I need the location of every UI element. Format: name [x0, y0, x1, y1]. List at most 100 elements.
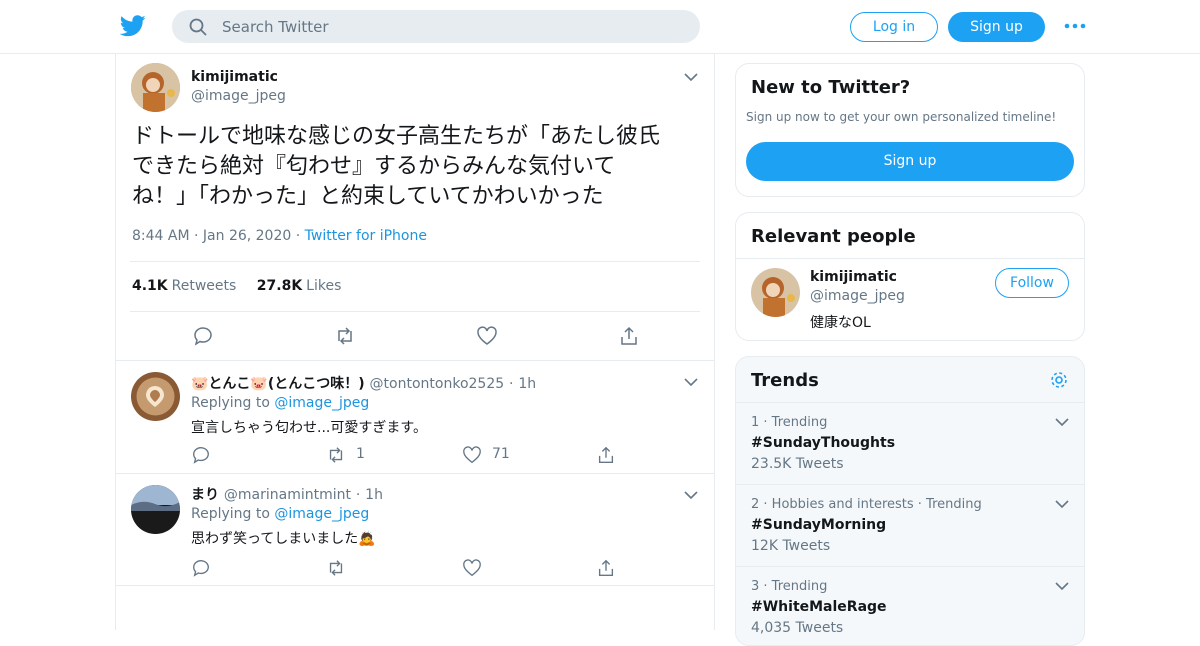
- retweets-stat[interactable]: 4.1K Retweets: [132, 278, 236, 294]
- card-title: New to Twitter?: [751, 77, 911, 98]
- retweet-icon[interactable]: [334, 325, 356, 347]
- chevron-down-icon[interactable]: [684, 72, 698, 82]
- tweet-source[interactable]: Twitter for iPhone: [305, 228, 427, 244]
- card-title: Relevant people: [751, 226, 916, 247]
- tweet-meta: 8:44 AM · Jan 26, 2020 · Twitter for iPh…: [132, 228, 427, 244]
- reply-icon: [193, 560, 209, 577]
- likes-count: 27.8K: [256, 278, 303, 294]
- divider: [130, 261, 700, 262]
- person-bio: 健康なOL: [810, 315, 871, 331]
- signup-button[interactable]: Sign up: [746, 142, 1074, 181]
- person-handle[interactable]: @image_jpeg: [810, 288, 905, 304]
- more-dots-icon[interactable]: [1063, 18, 1087, 34]
- chevron-down-icon[interactable]: [684, 490, 698, 500]
- chevron-down-icon[interactable]: [1055, 417, 1069, 427]
- trend-meta: 1 · Trending: [751, 415, 828, 430]
- avatar[interactable]: [131, 372, 180, 421]
- trends-card: Trends 1 · Trending #SundayThoughts 23.5…: [735, 356, 1085, 646]
- heart-icon[interactable]: [476, 325, 498, 347]
- reply-action[interactable]: [191, 445, 221, 465]
- tweet-text-line: ドトールで地味な感じの女子高生たちが「あたし彼氏: [132, 124, 661, 149]
- trend-item[interactable]: 2 · Hobbies and interests · Trending #Su…: [736, 484, 1084, 566]
- search-icon: [189, 18, 207, 36]
- follow-button[interactable]: Follow: [995, 268, 1069, 298]
- chevron-down-icon[interactable]: [684, 377, 698, 387]
- reply-text: 宣言しちゃう匂わせ...可愛すぎます。: [191, 420, 427, 436]
- likes-stat[interactable]: 27.8K Likes: [257, 278, 342, 294]
- signup-button[interactable]: Sign up: [948, 12, 1045, 42]
- reply-author-name[interactable]: 🐷とんこ🐷(とんこつ味！): [191, 376, 365, 392]
- tweet-stats: 4.1K Retweets 27.8K Likes: [132, 278, 341, 294]
- trend-item[interactable]: 3 · Trending #WhiteMaleRage 4,035 Tweets: [736, 566, 1084, 645]
- trend-hashtag[interactable]: #WhiteMaleRage: [751, 599, 887, 615]
- replying-to-link[interactable]: @image_jpeg: [274, 506, 369, 522]
- avatar[interactable]: [131, 63, 180, 112]
- avatar[interactable]: [751, 268, 800, 317]
- retweet-icon: [329, 560, 343, 576]
- card-title: Trends: [751, 370, 819, 391]
- replying-prefix: Replying to: [191, 395, 270, 411]
- tweet-text-line: できたら絶対『匂わせ』するからみんな気付いて: [132, 154, 616, 179]
- reply-author-name[interactable]: まり: [191, 487, 219, 503]
- retweet-action[interactable]: 1: [326, 445, 386, 465]
- reply-author[interactable]: まり @marinamintmint · 1h: [191, 484, 383, 504]
- tweet-time[interactable]: 8:44 AM: [132, 228, 190, 244]
- reply-icon: [193, 447, 209, 464]
- share-action[interactable]: [596, 558, 618, 578]
- replying-to: Replying to @image_jpeg: [191, 506, 369, 522]
- trend-hashtag[interactable]: #SundayMorning: [751, 517, 886, 533]
- twitter-bird-icon[interactable]: [120, 14, 146, 38]
- like-action[interactable]: [462, 558, 492, 578]
- retweet-action[interactable]: [326, 558, 356, 578]
- separator: ·: [295, 228, 301, 244]
- reply-handle[interactable]: @tontontonko2525: [370, 376, 505, 392]
- share-icon[interactable]: [618, 325, 640, 347]
- search-input[interactable]: [222, 10, 682, 43]
- replying-to: Replying to @image_jpeg: [191, 395, 369, 411]
- replying-prefix: Replying to: [191, 506, 270, 522]
- retweets-count: 4.1K: [132, 278, 168, 294]
- reply-action[interactable]: [191, 558, 221, 578]
- gear-icon[interactable]: [1049, 370, 1069, 390]
- search-box[interactable]: [172, 10, 700, 43]
- card-subtitle: Sign up now to get your own personalized…: [746, 110, 1057, 124]
- chevron-down-icon[interactable]: [1055, 581, 1069, 591]
- share-icon: [598, 446, 614, 463]
- separator: ·: [509, 376, 514, 392]
- reply-author[interactable]: 🐷とんこ🐷(とんこつ味！) @tontontonko2525 · 1h: [191, 373, 536, 393]
- heart-icon: [463, 559, 481, 577]
- trend-count: 23.5K Tweets: [751, 456, 844, 472]
- reply-text: 思わず笑ってしまいました🙇: [191, 531, 376, 547]
- tweet-text: ドトールで地味な感じの女子高生たちが「あたし彼氏 できたら絶対『匂わせ』するから…: [132, 122, 704, 212]
- tweet-date[interactable]: Jan 26, 2020: [203, 228, 291, 244]
- retweet-count: 1: [356, 446, 365, 462]
- trend-item[interactable]: 1 · Trending #SundayThoughts 23.5K Tweet…: [736, 402, 1084, 484]
- retweets-label: Retweets: [171, 278, 237, 294]
- trend-meta: 2 · Hobbies and interests · Trending: [751, 497, 982, 512]
- share-action[interactable]: [596, 445, 618, 465]
- replying-to-link[interactable]: @image_jpeg: [274, 395, 369, 411]
- reply-icon[interactable]: [192, 325, 214, 347]
- tweet-text-line: ね！」「わかった」と約束していてかわいかった: [132, 184, 604, 209]
- author-name[interactable]: kimijimatic: [191, 69, 278, 85]
- trend-count: 12K Tweets: [751, 538, 831, 554]
- retweet-icon: [329, 447, 343, 463]
- reply-tweet[interactable]: 🐷とんこ🐷(とんこつ味！) @tontontonko2525 · 1h Repl…: [116, 360, 714, 473]
- like-action[interactable]: 71: [462, 445, 522, 465]
- reply-time[interactable]: 1h: [518, 376, 536, 392]
- heart-icon: [463, 446, 481, 464]
- avatar[interactable]: [131, 485, 180, 534]
- separator: ·: [194, 228, 199, 244]
- reply-tweet[interactable]: まり @marinamintmint · 1h Replying to @ima…: [116, 473, 714, 586]
- person-name[interactable]: kimijimatic: [810, 269, 897, 285]
- reply-handle[interactable]: @marinamintmint: [224, 487, 351, 503]
- like-count: 71: [492, 446, 510, 462]
- login-button[interactable]: Log in: [850, 12, 938, 42]
- separator: ·: [355, 487, 361, 503]
- author-handle[interactable]: @image_jpeg: [191, 88, 286, 104]
- main-column: kimijimatic @image_jpeg ドトールで地味な感じの女子高生た…: [115, 54, 715, 630]
- reply-time[interactable]: 1h: [365, 487, 383, 503]
- trend-hashtag[interactable]: #SundayThoughts: [751, 435, 895, 451]
- share-icon: [598, 559, 614, 576]
- chevron-down-icon[interactable]: [1055, 499, 1069, 509]
